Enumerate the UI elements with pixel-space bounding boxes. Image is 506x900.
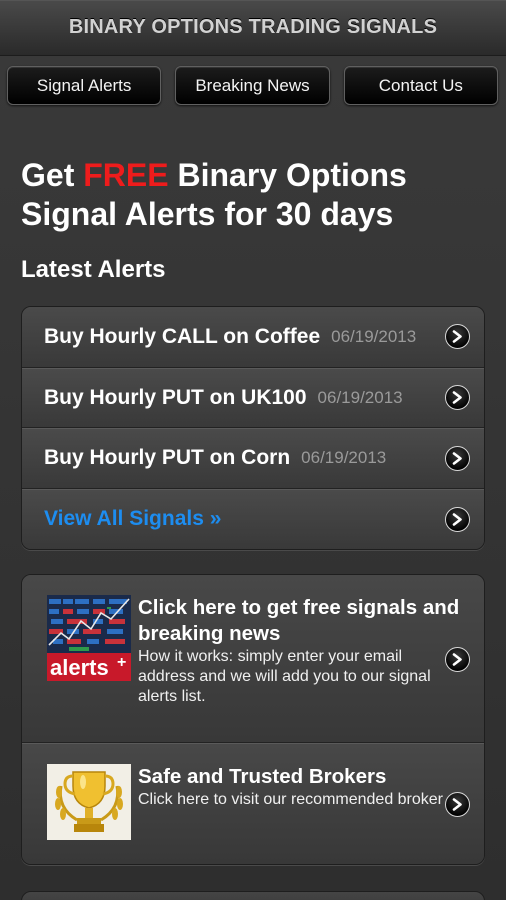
contact-us-button[interactable]: Contact Us bbox=[343, 66, 498, 105]
chevron-right-icon bbox=[445, 385, 470, 411]
alert-date: 06/19/2013 bbox=[331, 326, 417, 346]
hero-free-highlight: FREE bbox=[83, 157, 169, 193]
chevron-right-icon bbox=[445, 324, 470, 350]
app-header: BINARY OPTIONS TRADING SIGNALS bbox=[0, 0, 506, 56]
free-signals-promo[interactable]: alerts + Click here to get free signals … bbox=[22, 575, 484, 743]
alert-title: Buy Hourly PUT on UK100 bbox=[44, 385, 307, 409]
alert-title: Buy Hourly CALL on Coffee bbox=[44, 324, 321, 348]
latest-alerts-list: Buy Hourly CALL on Coffee 06/19/2013 Buy… bbox=[21, 306, 485, 550]
chevron-right-icon bbox=[445, 506, 470, 532]
latest-alerts-heading: Latest Alerts bbox=[21, 256, 166, 283]
chevron-right-icon bbox=[445, 445, 470, 471]
chevron-right-icon bbox=[445, 792, 470, 817]
alert-row-2[interactable]: Buy Hourly PUT on UK100 06/19/2013 bbox=[22, 367, 484, 428]
alert-date: 06/19/2013 bbox=[317, 387, 403, 407]
alert-date: 06/19/2013 bbox=[301, 448, 387, 468]
alert-row-1[interactable]: Buy Hourly CALL on Coffee 06/19/2013 bbox=[22, 307, 484, 368]
trophy-icon bbox=[47, 764, 131, 840]
alerts-badge-text: alerts bbox=[50, 655, 109, 680]
promo-body: How it works: simply enter your email ad… bbox=[138, 648, 431, 705]
next-card-partial bbox=[21, 891, 485, 900]
alert-title: Buy Hourly PUT on Corn bbox=[44, 446, 291, 470]
trusted-brokers-promo[interactable]: Safe and Trusted Brokers Click here to v… bbox=[22, 743, 484, 864]
nav-bar: Signal Alerts Breaking News Contact Us bbox=[0, 56, 506, 105]
app-title: BINARY OPTIONS TRADING SIGNALS bbox=[68, 16, 438, 38]
hero-line-2: Signal Alerts for 30 days bbox=[21, 196, 394, 232]
signal-alerts-button[interactable]: Signal Alerts bbox=[7, 66, 162, 105]
alert-row-3[interactable]: Buy Hourly PUT on Corn 06/19/2013 bbox=[22, 428, 484, 489]
promo-title: Safe and Trusted Brokers bbox=[138, 765, 387, 788]
promo-list: alerts + Click here to get free signals … bbox=[21, 574, 485, 865]
hero-prefix: Get bbox=[21, 157, 84, 193]
view-all-signals-link[interactable]: View All Signals » bbox=[44, 507, 221, 531]
view-all-signals-row[interactable]: View All Signals » bbox=[22, 488, 484, 549]
breaking-news-button[interactable]: Breaking News bbox=[175, 66, 330, 105]
hero-line-1: Get FREE Binary Options bbox=[21, 156, 485, 195]
hero-line1-rest: Binary Options bbox=[168, 157, 407, 193]
alerts-badge-plus: + bbox=[117, 654, 126, 671]
hero-headline: Get FREE Binary Options Signal Alerts fo… bbox=[0, 156, 506, 234]
alerts-chart-icon: alerts + bbox=[47, 595, 131, 681]
chevron-right-icon bbox=[445, 646, 470, 672]
promo-body: Click here to visit our recommended brok… bbox=[138, 791, 444, 808]
promo-title: Click here to get free signals and break… bbox=[138, 596, 460, 645]
